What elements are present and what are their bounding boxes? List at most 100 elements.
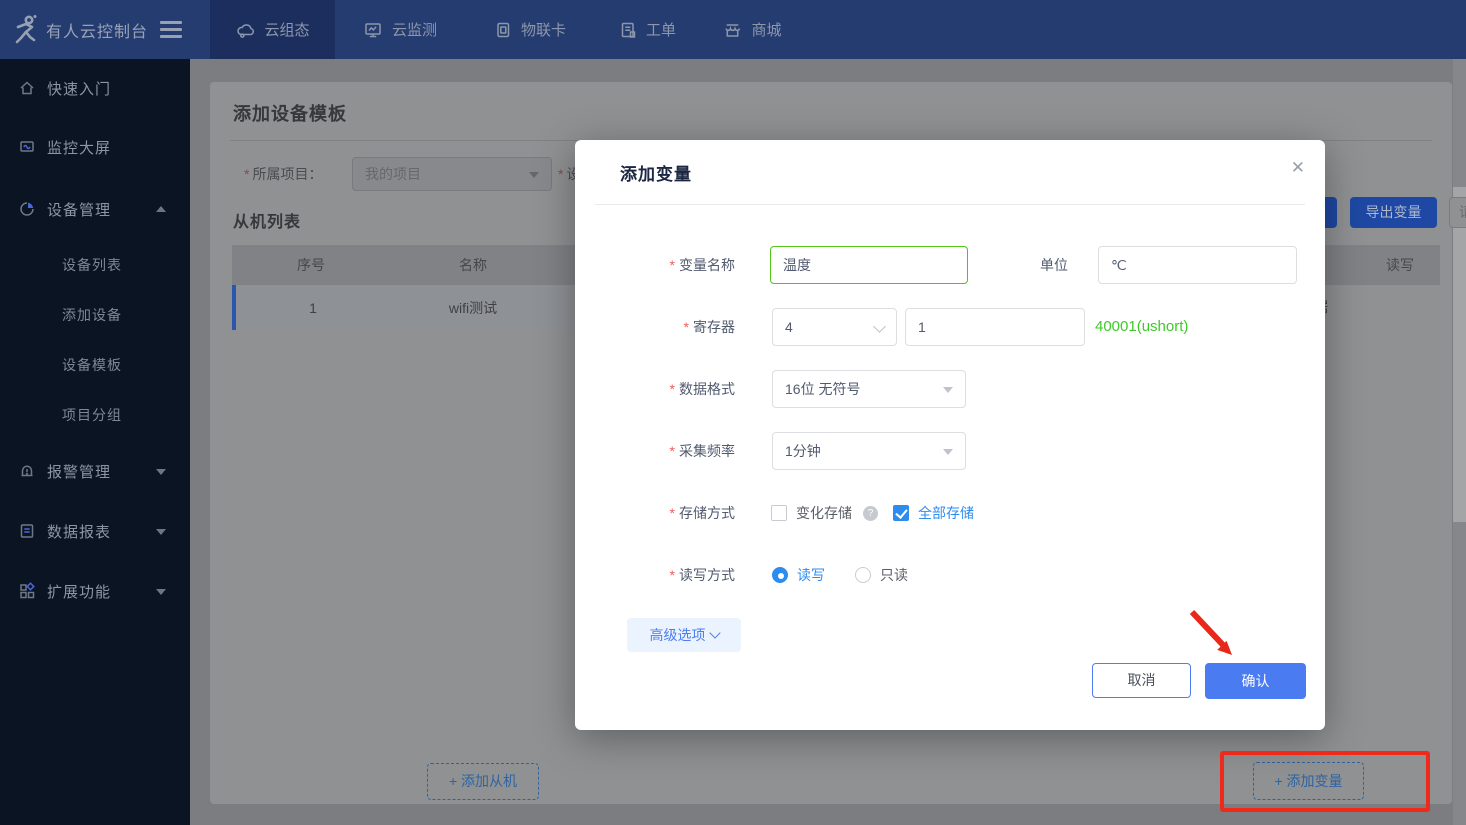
tab-label: 物联卡	[521, 19, 566, 40]
chevron-down-icon	[156, 589, 166, 595]
sidebar-sub-device-list[interactable]: 设备列表	[0, 251, 190, 279]
unit-input[interactable]: ℃	[1098, 246, 1297, 284]
tab-label: 云监测	[392, 19, 437, 40]
sidebar-sub-device-template[interactable]: 设备模板	[0, 351, 190, 379]
project-select[interactable]: 我的项目	[352, 157, 552, 191]
modal-title: 添加变量	[620, 160, 692, 185]
frequency-label: *采集频率	[575, 432, 735, 470]
register-label: *寄存器	[575, 308, 735, 346]
help-icon[interactable]: ?	[863, 506, 878, 521]
submenu-label: 设备列表	[62, 255, 122, 275]
sidebar-item-extensions[interactable]: 扩展功能	[0, 576, 190, 606]
row-readwrite-mode: *读写方式 读写 只读	[575, 565, 1325, 585]
tab-label: 工单	[646, 19, 676, 40]
row-frequency: *采集频率 1分钟	[575, 432, 1325, 470]
top-navbar: 有人云控制台 云组态 云监测	[0, 0, 1466, 59]
readonly-radio[interactable]	[855, 567, 871, 583]
page-title: 添加设备模板	[233, 100, 347, 126]
sidebar-item-monitor-screen[interactable]: 监控大屏	[0, 132, 190, 162]
readwrite-radio-label[interactable]: 读写	[797, 565, 825, 585]
sidebar-sub-add-device[interactable]: 添加设备	[0, 301, 190, 329]
variable-name-value: 温度	[783, 247, 811, 283]
sidebar-item-label: 报警管理	[47, 461, 111, 482]
frequency-select[interactable]: 1分钟	[772, 432, 966, 470]
home-icon	[18, 79, 36, 97]
annotation-highlight-rectangle	[1220, 751, 1430, 812]
app-root: 有人云控制台 云组态 云监测	[0, 0, 1466, 825]
report-icon	[18, 522, 36, 540]
readonly-radio-label[interactable]: 只读	[880, 565, 908, 585]
required-mark: *	[244, 166, 249, 182]
data-format-value: 16位 无符号	[785, 371, 860, 407]
readwrite-radio[interactable]	[772, 567, 788, 583]
sidebar-item-quick-start[interactable]: 快速入门	[0, 73, 190, 103]
submenu-label: 设备模板	[62, 355, 122, 375]
project-field-label: *所属项目：	[244, 157, 322, 191]
sidebar: 快速入门 监控大屏 设备管理 设备列表 添加设备 设备模板 项目	[0, 59, 190, 825]
scrollbar-thumb[interactable]	[1453, 187, 1466, 522]
row-variable-name: *变量名称 温度 单位 ℃	[575, 246, 1325, 284]
export-variable-button[interactable]: 导出变量	[1350, 197, 1437, 228]
nav-tabs: 云组态 云监测 物联卡	[210, 0, 805, 59]
sidebar-item-label: 监控大屏	[47, 137, 111, 158]
big-screen-icon	[18, 138, 36, 156]
monitor-chart-icon	[363, 21, 383, 39]
variable-name-input[interactable]: 温度	[770, 246, 968, 284]
cloud-icon	[235, 21, 255, 39]
storage-all-label[interactable]: 全部存储	[918, 503, 974, 523]
tab-label: 商城	[751, 19, 781, 40]
divider	[595, 204, 1305, 205]
register-type-select[interactable]: 4	[772, 308, 897, 346]
annotation-arrow	[1180, 600, 1250, 673]
apps-grid-icon	[18, 582, 36, 600]
sidebar-item-label: 扩展功能	[47, 581, 111, 602]
chevron-down-icon	[156, 469, 166, 475]
work-order-icon	[619, 21, 637, 39]
column-header-seq: 序号	[232, 255, 390, 275]
cell-name: wifi测试	[390, 298, 556, 318]
chevron-down-icon	[156, 529, 166, 535]
advanced-options-label: 高级选项	[650, 627, 706, 643]
chevron-down-icon	[709, 627, 720, 638]
chevron-up-icon	[156, 206, 166, 212]
row-register: *寄存器 4 1 40001(ushort)	[575, 308, 1325, 346]
storage-mode-label: *存储方式	[575, 503, 735, 523]
sidebar-item-label: 数据报表	[47, 521, 111, 542]
storage-change-checkbox[interactable]	[771, 505, 787, 521]
register-address-value: 1	[918, 309, 926, 345]
tab-label: 云组态	[264, 19, 309, 40]
advanced-options-button[interactable]: 高级选项	[627, 618, 741, 652]
sidebar-item-data-report[interactable]: 数据报表	[0, 516, 190, 546]
storage-change-label[interactable]: 变化存储	[796, 503, 852, 523]
tab-cloud-monitor[interactable]: 云监测	[335, 0, 465, 59]
close-icon[interactable]: ✕	[1291, 158, 1305, 178]
row-data-format: *数据格式 16位 无符号	[575, 370, 1325, 408]
row-storage-mode: *存储方式 变化存储 ? 全部存储	[575, 503, 1325, 523]
tab-mall[interactable]: 商城	[700, 0, 805, 59]
sidebar-sub-project-group[interactable]: 项目分组	[0, 401, 190, 429]
cancel-button[interactable]: 取消	[1092, 663, 1191, 698]
data-format-select[interactable]: 16位 无符号	[772, 370, 966, 408]
sidebar-item-label: 快速入门	[47, 78, 111, 99]
register-address-input[interactable]: 1	[905, 308, 1085, 346]
submenu-label: 添加设备	[62, 305, 122, 325]
tab-work-order[interactable]: 工单	[595, 0, 700, 59]
hamburger-menu-icon[interactable]	[160, 21, 182, 42]
unit-value: ℃	[1111, 247, 1127, 283]
sidebar-item-alarm-management[interactable]: 报警管理	[0, 456, 190, 486]
register-hint: 40001(ushort)	[1095, 308, 1188, 346]
frequency-value: 1分钟	[785, 433, 821, 469]
usr-person-logo-icon	[10, 14, 40, 46]
tab-cloud-scada[interactable]: 云组态	[210, 0, 335, 59]
data-format-label: *数据格式	[575, 370, 735, 408]
shop-icon	[723, 21, 742, 39]
variable-search-input[interactable]: 请	[1449, 197, 1466, 228]
column-header-readwrite: 读写	[1370, 245, 1430, 285]
sidebar-item-label: 设备管理	[47, 199, 111, 220]
add-slave-button[interactable]: + 添加从机	[427, 763, 539, 800]
storage-all-checkbox[interactable]	[893, 505, 909, 521]
chevron-down-icon	[873, 320, 886, 333]
register-type-value: 4	[785, 309, 793, 345]
tab-iot-sim[interactable]: 物联卡	[465, 0, 595, 59]
sidebar-item-device-management[interactable]: 设备管理	[0, 194, 190, 224]
